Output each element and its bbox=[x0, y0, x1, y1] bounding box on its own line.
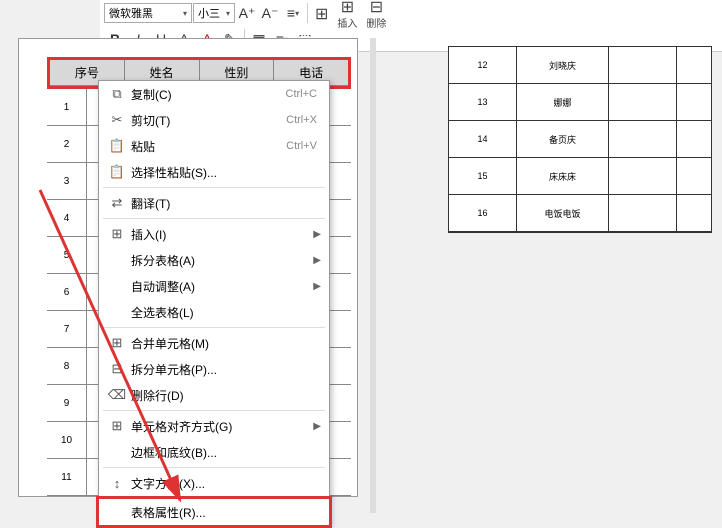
font-size-select[interactable]: 小三▾ bbox=[193, 3, 235, 23]
cell[interactable]: 床床床 bbox=[517, 158, 609, 195]
cell[interactable] bbox=[609, 121, 677, 158]
cell[interactable] bbox=[609, 84, 677, 121]
cell[interactable]: 备页庆 bbox=[517, 121, 609, 158]
cell[interactable] bbox=[609, 158, 677, 195]
row-number-cell[interactable]: 9 bbox=[47, 385, 87, 421]
menu-text-direction[interactable]: ↕文字方向(X)... bbox=[99, 470, 329, 496]
cell[interactable] bbox=[677, 84, 711, 121]
table-row[interactable]: 16电饭电饭 bbox=[449, 195, 711, 232]
row-number-cell[interactable]: 6 bbox=[47, 274, 87, 310]
menu-paste-special[interactable]: 📋选择性粘贴(S)... bbox=[99, 159, 329, 185]
merge-icon: ⊞ bbox=[107, 335, 127, 351]
menu-delete-row[interactable]: ⌫删除行(D) bbox=[99, 382, 329, 408]
chevron-right-icon: ▶ bbox=[313, 281, 321, 292]
line-spacing-button[interactable]: ≡▾ bbox=[282, 2, 304, 24]
table-row[interactable]: 14备页庆 bbox=[449, 121, 711, 158]
row-number-cell[interactable]: 5 bbox=[47, 237, 87, 273]
cell[interactable]: 15 bbox=[449, 158, 517, 195]
delete-row-icon: ⌫ bbox=[107, 387, 127, 403]
menu-highlight-box: 表格属性(R)... bbox=[96, 496, 332, 528]
chevron-right-icon: ▶ bbox=[313, 421, 321, 432]
page-gap bbox=[370, 38, 376, 513]
cell[interactable] bbox=[677, 158, 711, 195]
align-icon: ⊞ bbox=[107, 418, 127, 434]
row-number-cell[interactable]: 10 bbox=[47, 422, 87, 458]
row-number-cell[interactable]: 3 bbox=[47, 163, 87, 199]
cell[interactable]: 刘晓庆 bbox=[517, 47, 609, 84]
menu-cut[interactable]: ✂剪切(T)Ctrl+X bbox=[99, 107, 329, 133]
grid-icon: ⊞ bbox=[107, 226, 127, 242]
menu-autofit[interactable]: 自动调整(A)▶ bbox=[99, 273, 329, 299]
row-number-cell[interactable]: 1 bbox=[47, 89, 87, 125]
menu-cell-align[interactable]: ⊞单元格对齐方式(G)▶ bbox=[99, 413, 329, 439]
menu-table-properties[interactable]: 表格属性(R)... bbox=[99, 499, 329, 525]
menu-paste[interactable]: 📋粘贴Ctrl+V bbox=[99, 133, 329, 159]
menu-select-table[interactable]: 全选表格(L) bbox=[99, 299, 329, 325]
cell[interactable] bbox=[609, 195, 677, 232]
menu-merge-cells[interactable]: ⊞合并单元格(M) bbox=[99, 330, 329, 356]
cell[interactable]: 14 bbox=[449, 121, 517, 158]
split-icon: ⊟ bbox=[107, 361, 127, 377]
paste-icon: 📋 bbox=[107, 138, 127, 154]
table-grid-button[interactable]: ⊞ bbox=[311, 4, 332, 22]
cut-icon: ✂ bbox=[107, 112, 127, 128]
table-row[interactable]: 15床床床 bbox=[449, 158, 711, 195]
menu-borders-shading[interactable]: 边框和底纹(B)... bbox=[99, 439, 329, 465]
cell[interactable]: 12 bbox=[449, 47, 517, 84]
paste-special-icon: 📋 bbox=[107, 164, 127, 180]
cell[interactable]: 16 bbox=[449, 195, 517, 232]
menu-split-table[interactable]: 拆分表格(A)▶ bbox=[99, 247, 329, 273]
cell[interactable] bbox=[677, 195, 711, 232]
translate-icon: ⇄ bbox=[107, 195, 127, 211]
context-menu: ⧉复制(C)Ctrl+C ✂剪切(T)Ctrl+X 📋粘贴Ctrl+V 📋选择性… bbox=[98, 80, 330, 526]
font-name-select[interactable]: 微软雅黑▾ bbox=[104, 3, 192, 23]
cell[interactable]: 电饭电饭 bbox=[517, 195, 609, 232]
delete-menu-button[interactable]: ⊟删除 bbox=[362, 0, 390, 30]
cell[interactable] bbox=[677, 121, 711, 158]
table-row[interactable]: 12刘晓庆 bbox=[449, 47, 711, 84]
cell[interactable] bbox=[677, 47, 711, 84]
cell[interactable] bbox=[609, 47, 677, 84]
copy-icon: ⧉ bbox=[107, 86, 127, 102]
row-number-cell[interactable]: 2 bbox=[47, 126, 87, 162]
menu-translate[interactable]: ⇄翻译(T) bbox=[99, 190, 329, 216]
row-number-cell[interactable]: 8 bbox=[47, 348, 87, 384]
chevron-right-icon: ▶ bbox=[313, 255, 321, 266]
table-row[interactable]: 13娜娜 bbox=[449, 84, 711, 121]
row-number-cell[interactable]: 11 bbox=[47, 459, 87, 495]
menu-split-cells[interactable]: ⊟拆分单元格(P)... bbox=[99, 356, 329, 382]
insert-menu-button[interactable]: ⊞插入 bbox=[333, 0, 361, 30]
text-direction-icon: ↕ bbox=[107, 476, 127, 491]
increase-font-button[interactable]: A⁺ bbox=[236, 2, 258, 24]
right-table: 12刘晓庆13娜娜14备页庆15床床床16电饭电饭 bbox=[448, 46, 712, 233]
row-number-cell[interactable]: 4 bbox=[47, 200, 87, 236]
menu-insert[interactable]: ⊞插入(I)▶ bbox=[99, 221, 329, 247]
row-number-cell[interactable]: 7 bbox=[47, 311, 87, 347]
cell[interactable]: 13 bbox=[449, 84, 517, 121]
decrease-font-button[interactable]: A⁻ bbox=[259, 2, 281, 24]
chevron-right-icon: ▶ bbox=[313, 229, 321, 240]
menu-copy[interactable]: ⧉复制(C)Ctrl+C bbox=[99, 81, 329, 107]
cell[interactable]: 娜娜 bbox=[517, 84, 609, 121]
